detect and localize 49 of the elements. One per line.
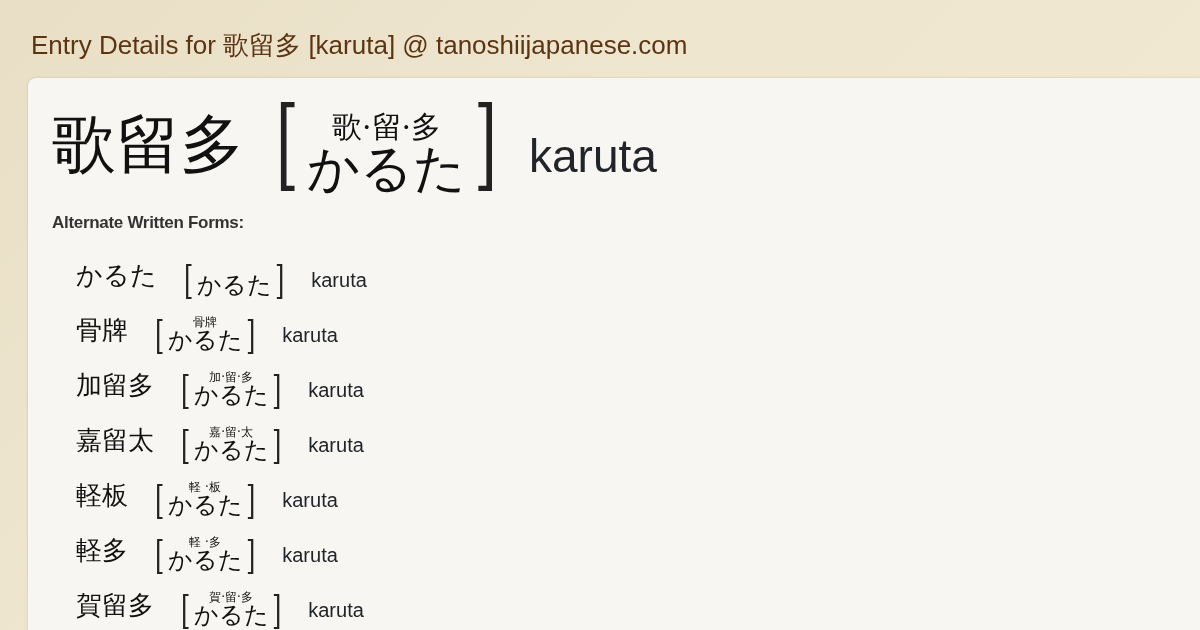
bracket: ] [245,533,256,574]
bracket: [ [275,94,300,194]
bracket: ] [245,478,256,519]
bracket: ] [271,423,282,464]
written-form: 軽多 [76,533,128,567]
bracket: ] [271,588,282,629]
bracket: [ [181,368,191,409]
reading-kana: かるた [196,273,272,299]
romaji: karuta [308,377,364,403]
romaji: karuta [308,432,364,458]
bracket: ] [271,368,282,409]
romaji: karuta [282,322,338,348]
written-form: 加留多 [76,368,154,402]
romaji: karuta [282,542,338,568]
page-title: Entry Details for 歌留多 [karuta] @ tanoshiijapanese.com [30,29,689,62]
furigana: 軽 ·多 [189,536,221,549]
reading-kana: かるた [167,328,243,354]
reading-kana: かるた [193,438,269,464]
bracket: ] [274,258,285,299]
furigana: 賀·留·多 [209,591,253,604]
romaji: karuta [308,597,364,623]
bracket: [ [181,423,191,464]
bracket: [ [181,588,191,629]
section-heading: Alternate Written Forms: [52,212,245,234]
bracket: ] [473,94,498,194]
written-form: 軽板 [76,478,128,512]
bracket: [ [155,478,165,519]
bracket: [ [155,313,165,354]
reading-kana: かるた [193,603,269,629]
reading-kana: かるた [193,383,269,409]
furigana: 歌·留·多 [331,112,442,142]
headword: 歌留多 [52,112,244,176]
furigana: 加·留·多 [209,371,253,384]
furigana: 骨牌 [193,316,218,329]
written-form: 賀留多 [76,588,154,622]
bracket: [ [184,258,194,299]
furigana: 嘉·留·太 [209,426,253,439]
written-form: 骨牌 [76,313,128,347]
furigana: 軽 ·板 [189,481,221,494]
romaji: karuta [529,128,657,184]
romaji: karuta [282,487,338,513]
reading-kana: かるた [307,142,466,194]
bracket: ] [245,313,256,354]
romaji: karuta [311,267,367,293]
reading-kana: かるた [167,548,243,574]
written-form: 嘉留太 [76,423,154,457]
bracket: [ [155,533,165,574]
reading-kana: かるた [167,493,243,519]
written-form: かるた [76,258,157,292]
